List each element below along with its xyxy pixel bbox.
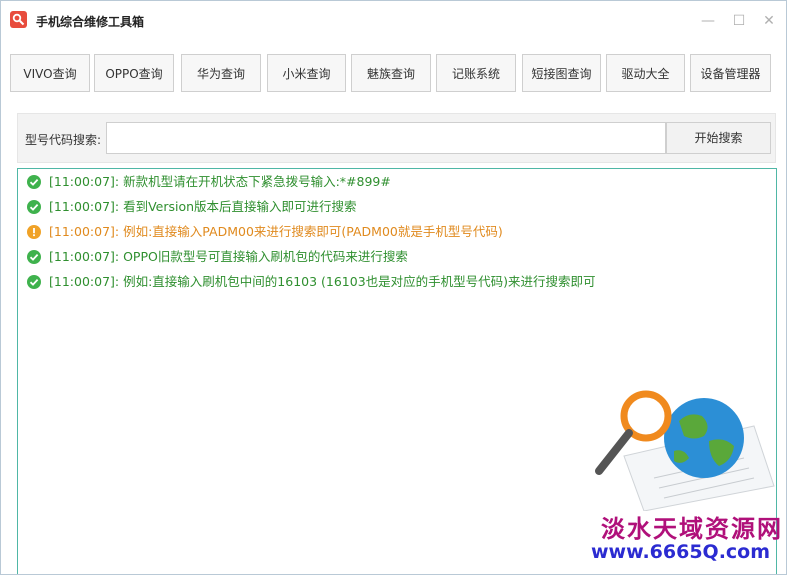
window-title: 手机综合维修工具箱 — [36, 15, 145, 29]
driver-collection-button[interactable]: 驱动大全 — [606, 54, 685, 92]
log-entry-text: [11:00:07]: OPPO旧款型号可直接输入刷机包的代码来进行搜索 — [49, 249, 408, 264]
minimize-button[interactable]: — — [698, 11, 718, 31]
model-code-search-input[interactable] — [106, 122, 666, 154]
vivo-query-button[interactable]: VIVO查询 — [10, 54, 90, 92]
check-circle-icon — [27, 200, 41, 214]
watermark-url: www.6665Q.com — [591, 541, 771, 563]
accounting-system-button[interactable]: 记账系统 — [436, 54, 516, 92]
search-label: 型号代码搜索: — [25, 133, 102, 147]
warning-circle-icon — [27, 225, 41, 239]
shorting-diagram-query-button[interactable]: 短接图查询 — [522, 54, 601, 92]
check-circle-icon — [27, 250, 41, 264]
check-circle-icon — [27, 175, 41, 189]
app-window: 手机综合维修工具箱 — ☐ ✕ VIVO查询 OPPO查询 华为查询 小米查询 … — [0, 0, 787, 575]
log-entry-text: [11:00:07]: 新款机型请在开机状态下紧急拨号输入:*#899# — [49, 174, 391, 189]
start-search-button[interactable]: 开始搜索 — [666, 122, 771, 154]
magnifier-globe-icon — [595, 390, 775, 511]
close-button[interactable]: ✕ — [759, 11, 779, 31]
search-app-icon — [10, 11, 27, 28]
search-panel: 型号代码搜索: 开始搜索 — [17, 113, 776, 163]
check-circle-icon — [27, 275, 41, 289]
watermark-site-name: 淡水天域资源网 — [601, 514, 783, 543]
device-manager-button[interactable]: 设备管理器 — [690, 54, 771, 92]
log-entry-text: [11:00:07]: 看到Version版本后直接输入即可进行搜索 — [49, 199, 357, 214]
xiaomi-query-button[interactable]: 小米查询 — [267, 54, 346, 92]
log-entry-text: [11:00:07]: 例如:直接输入PADM00来进行搜索即可(PADM00就… — [49, 224, 503, 239]
huawei-query-button[interactable]: 华为查询 — [181, 54, 261, 92]
toolbar: VIVO查询 OPPO查询 华为查询 小米查询 魅族查询 记账系统 短接图查询 … — [10, 54, 780, 94]
title-bar: 手机综合维修工具箱 — ☐ ✕ — [1, 1, 786, 43]
maximize-button[interactable]: ☐ — [729, 11, 749, 31]
oppo-query-button[interactable]: OPPO查询 — [94, 54, 174, 92]
meizu-query-button[interactable]: 魅族查询 — [351, 54, 431, 92]
log-entry-text: [11:00:07]: 例如:直接输入刷机包中间的16103 (16103也是对… — [49, 274, 596, 289]
